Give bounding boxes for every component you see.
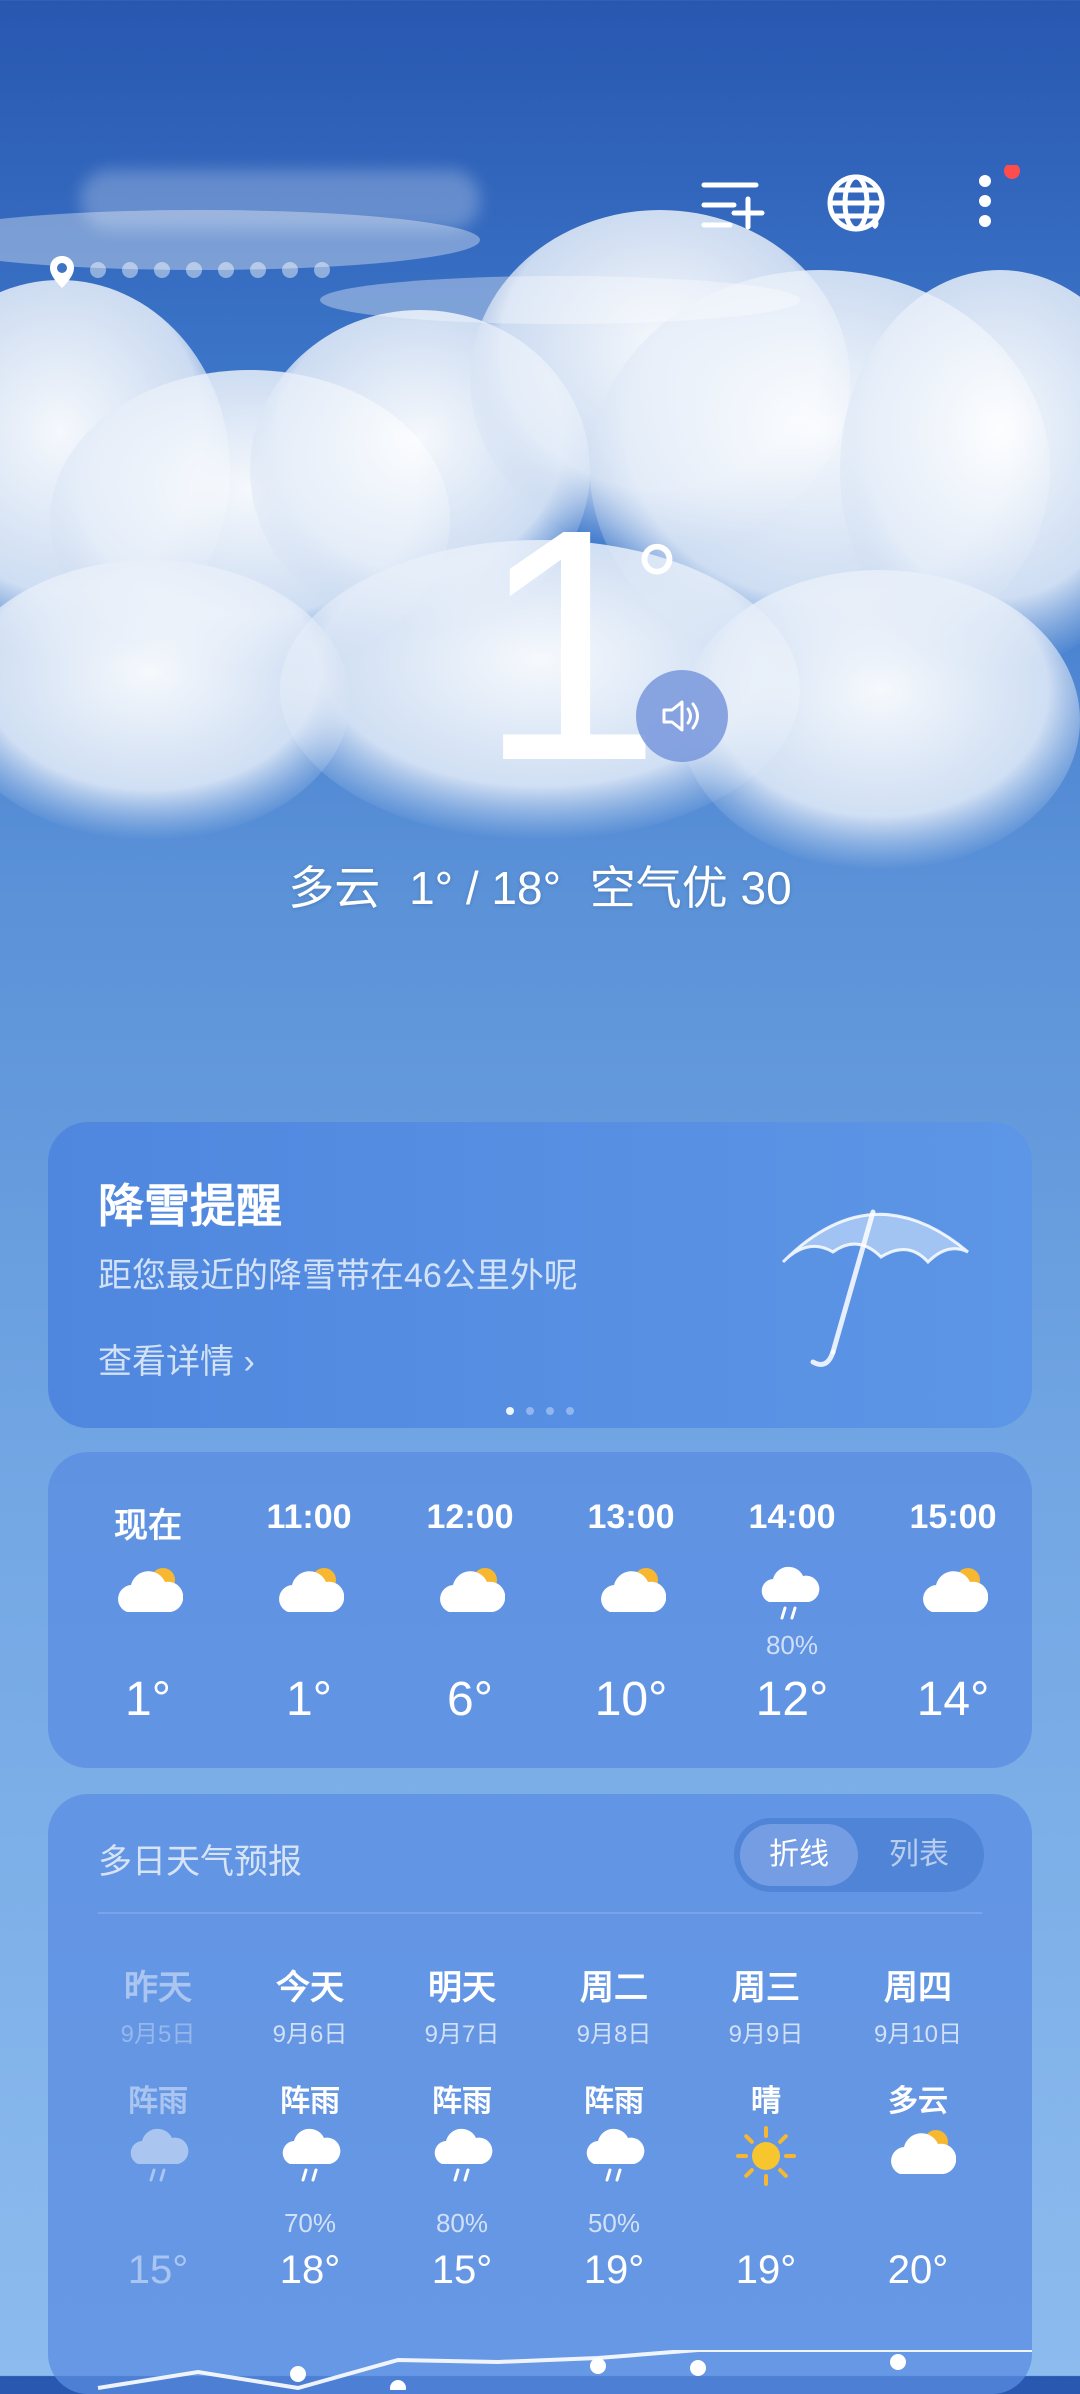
weather-label: 多云 [888, 2085, 948, 2118]
date-label: 9月10日 [873, 2021, 963, 2048]
date-label: 9月8日 [576, 2021, 652, 2048]
date-label: 9月7日 [424, 2021, 500, 2048]
hourly-time: 现在 [114, 1507, 182, 1545]
add-city-button[interactable] [690, 165, 770, 245]
hourly-temperature: 14° [916, 1673, 990, 1726]
degree-symbol: ° [635, 522, 679, 645]
divider [98, 1912, 982, 1914]
hourly-time: 14:00 [748, 1498, 836, 1536]
hourly-time: 11:00 [266, 1498, 352, 1536]
high-temperature: 15° [127, 2248, 189, 2292]
weather-label: 阵雨 [280, 2085, 340, 2118]
condition-text: 多云 [288, 862, 381, 914]
current-temperature: 1 [478, 460, 662, 829]
precipitation-probability: 70% [283, 2208, 337, 2238]
day-label: 周四 [884, 1969, 952, 2007]
high-temperature: 19° [735, 2248, 797, 2292]
weather-label: 阵雨 [128, 2085, 188, 2118]
rain-icon [430, 2124, 494, 2188]
location-indicator [48, 255, 346, 289]
hourly-forecast-card[interactable]: 现在 1° 11:00 1° 12:00 6° 13:00 10° 14:00 … [48, 1452, 1032, 1768]
page-dots [90, 261, 346, 283]
voice-broadcast-button[interactable] [636, 670, 728, 762]
view-toggle[interactable]: 折线 列表 [734, 1818, 984, 1892]
weather-label: 阵雨 [584, 2085, 644, 2118]
globe-button[interactable] [818, 165, 898, 245]
high-temperature: 18° [279, 2248, 341, 2292]
alert-title: 降雪提醒 [98, 1180, 282, 1232]
sunny-icon [734, 2124, 798, 2188]
alert-description: 距您最近的降雪带在46公里外呢 [98, 1257, 578, 1295]
hourly-temperature: 10° [594, 1673, 668, 1726]
weather-label: 阵雨 [432, 2085, 492, 2118]
toggle-line-chart[interactable]: 折线 [740, 1824, 858, 1886]
partly-cloudy-icon [274, 1562, 345, 1622]
date-label: 9月5日 [120, 2021, 196, 2048]
high-temperature: 20° [887, 2248, 949, 2292]
hourly-time: 12:00 [426, 1498, 514, 1536]
day-label: 周二 [580, 1969, 648, 2007]
day-label: 今天 [276, 1969, 344, 2007]
rain-icon [757, 1562, 827, 1622]
view-details-label: 查看详情 [98, 1343, 234, 1381]
umbrella-icon [781, 1209, 969, 1367]
globe-icon [827, 174, 885, 232]
hourly-temperature: 1° [286, 1673, 332, 1726]
date-label: 9月9日 [728, 2021, 804, 2048]
day-label: 昨天 [124, 1969, 192, 2007]
hourly-temperature: 1° [125, 1673, 171, 1726]
daily-forecast-title: 多日天气预报 [98, 1843, 302, 1881]
hourly-temperature: 6° [447, 1673, 493, 1726]
city-name-blurred [80, 170, 480, 230]
partly-cloudy-icon [886, 2124, 957, 2188]
view-details-link[interactable]: 查看详情 › [98, 1334, 255, 1383]
rain-icon [126, 2124, 190, 2188]
precipitation-probability: 50% [587, 2208, 641, 2238]
add-city-icon [701, 182, 765, 230]
partly-cloudy-icon [113, 1562, 184, 1622]
weather-summary: 多云 1° / 18° 空气优 30 [0, 852, 1080, 918]
day-label: 明天 [428, 1969, 496, 2007]
chevron-right-icon: › [243, 1343, 255, 1381]
toggle-list[interactable]: 列表 [860, 1824, 978, 1886]
hourly-time: 15:00 [909, 1498, 997, 1536]
location-pin-icon [50, 256, 74, 288]
temperature-curve [97, 2350, 1032, 2390]
more-menu-icon [979, 163, 1020, 227]
precipitation-probability: 80% [435, 2208, 489, 2238]
partly-cloudy-icon [596, 1562, 667, 1622]
rain-icon [582, 2124, 646, 2188]
high-temperature: 19° [583, 2248, 645, 2292]
high-temperature: 15° [431, 2248, 493, 2292]
daily-forecast-card[interactable]: 多日天气预报 折线 列表 昨天 9月5日 阵雨 15° 今天 9月6日 阵雨 7… [48, 1794, 1032, 2394]
weather-label: 晴 [751, 2085, 781, 2118]
air-quality[interactable]: 空气优 30 [590, 862, 792, 914]
snow-alert-card[interactable]: 降雪提醒 距您最近的降雪带在46公里外呢 查看详情 › [48, 1122, 1032, 1428]
partly-cloudy-icon [918, 1562, 989, 1622]
temperature-range: 1° / 18° [409, 862, 561, 914]
hourly-temperature: 12° [755, 1673, 829, 1726]
rain-icon [278, 2124, 342, 2188]
alert-pager [506, 1402, 586, 1420]
speaker-icon [662, 700, 699, 732]
partly-cloudy-icon [435, 1562, 506, 1622]
hourly-time: 13:00 [587, 1498, 675, 1536]
more-menu-button[interactable] [945, 163, 1025, 245]
date-label: 9月6日 [272, 2021, 348, 2048]
notification-badge [1004, 163, 1020, 179]
day-label: 周三 [732, 1969, 800, 2007]
precipitation-probability: 80% [765, 1630, 819, 1660]
